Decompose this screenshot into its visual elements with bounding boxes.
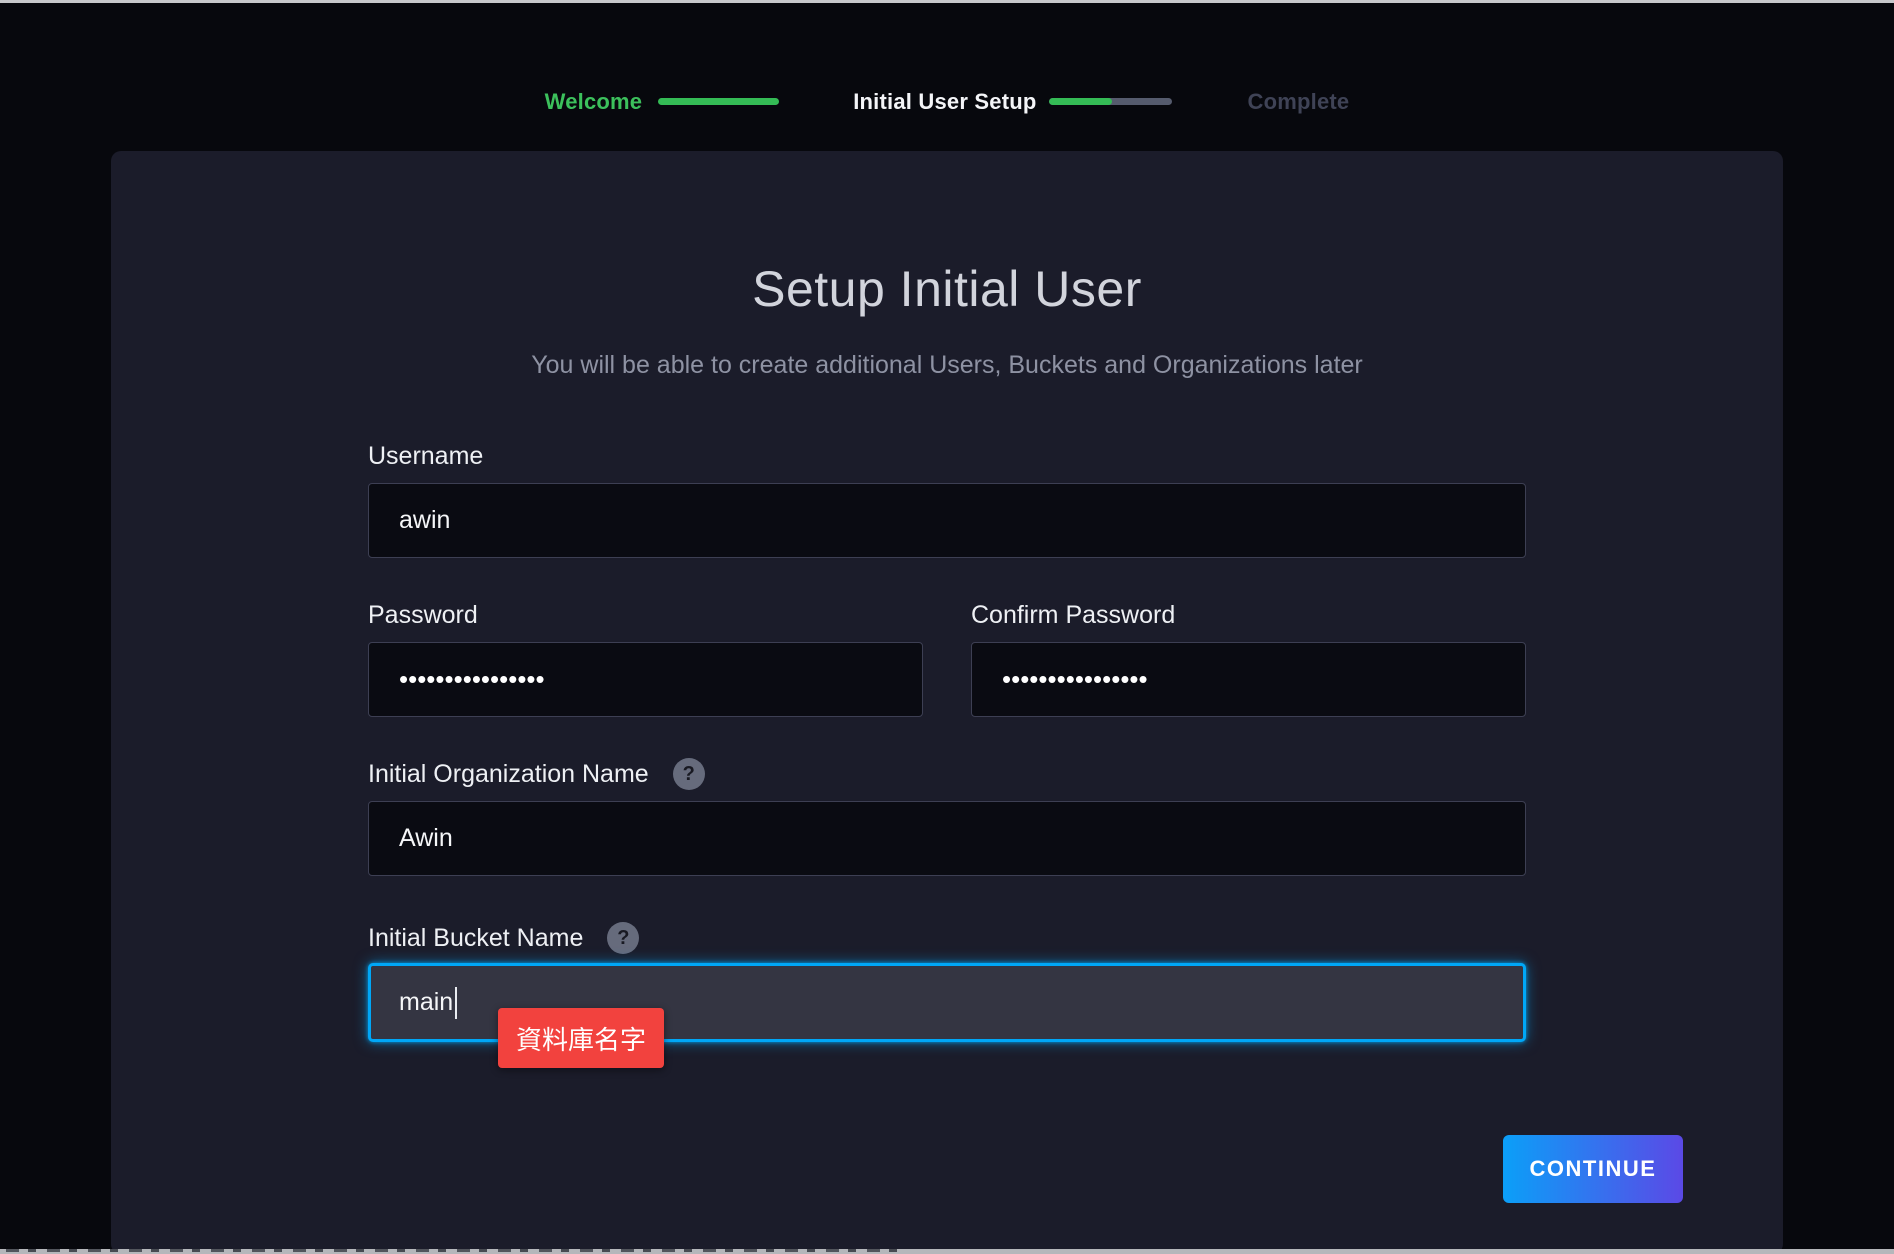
setup-card: Setup Initial User You will be able to c…: [111, 151, 1783, 1254]
continue-button[interactable]: CONTINUE: [1503, 1135, 1683, 1203]
bucket-tooltip-text: 資料庫名字: [516, 1020, 646, 1057]
text-caret: [455, 987, 457, 1019]
organization-name-input[interactable]: [368, 801, 1526, 876]
username-label: Username: [368, 441, 483, 471]
confirm-password-label: Confirm Password: [971, 600, 1175, 630]
bucket-field-wrapper: main 資料庫名字: [368, 963, 1526, 1042]
cutoff-text-artifact: [6, 1249, 906, 1252]
stepper-step-complete: Complete: [1248, 89, 1350, 115]
stepper-step-initial-user-setup: Initial User Setup: [853, 89, 1036, 115]
bucket-name-tooltip: 資料庫名字: [498, 1008, 664, 1068]
page-title: Setup Initial User: [111, 260, 1783, 318]
organization-name-label: Initial Organization Name: [368, 759, 649, 789]
username-input[interactable]: [368, 483, 1526, 558]
window-bottom-edge: [0, 1249, 1894, 1254]
confirm-password-input[interactable]: [971, 642, 1526, 717]
stepper-progress-bar-1: [658, 98, 779, 105]
page-subtitle: You will be able to create additional Us…: [111, 350, 1783, 380]
password-label: Password: [368, 600, 478, 630]
bucket-name-label: Initial Bucket Name: [368, 923, 583, 953]
stepper-progress-fill: [1049, 98, 1113, 105]
setup-wizard-stepper: Welcome Initial User Setup Complete: [0, 0, 1894, 151]
question-mark-icon[interactable]: ?: [607, 922, 639, 954]
bucket-name-value: main: [399, 988, 453, 1017]
initial-user-form: Username Password Confirm Password Initi…: [368, 441, 1526, 1042]
question-mark-icon[interactable]: ?: [673, 758, 705, 790]
password-input[interactable]: [368, 642, 923, 717]
stepper-progress-bar-2: [1049, 98, 1172, 105]
stepper-step-welcome: Welcome: [545, 89, 643, 115]
window-top-edge: [0, 0, 1894, 3]
